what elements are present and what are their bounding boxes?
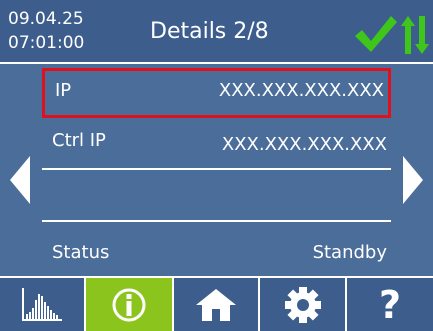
header-bar: 09.04.25 07:01:00 Details 2/8 bbox=[0, 0, 433, 64]
updown-arrows-icon bbox=[401, 16, 429, 54]
row-value: Standby bbox=[312, 242, 387, 263]
row-label: IP bbox=[55, 80, 72, 101]
row-value: XXX.XXX.XXX.XXX bbox=[218, 80, 384, 101]
page-title: Details 2/8 bbox=[150, 19, 269, 44]
row-value: XXX.XXX.XXX.XXX bbox=[221, 134, 387, 155]
list-item-status[interactable]: Status Standby bbox=[42, 222, 391, 276]
triangle-right-icon bbox=[403, 156, 423, 204]
checkmark-icon bbox=[355, 16, 397, 52]
row-label: Ctrl IP bbox=[52, 130, 106, 151]
details-list: IP XXX.XXX.XXX.XXX Ctrl IP XXX.XXX.XXX.X… bbox=[40, 64, 393, 276]
statistics-button[interactable] bbox=[0, 278, 86, 331]
list-item-ctrl-ip[interactable]: Ctrl IP XXX.XXX.XXX.XXX bbox=[42, 118, 391, 170]
list-item-ip[interactable]: IP XXX.XXX.XXX.XXX bbox=[42, 68, 391, 118]
triangle-left-icon bbox=[10, 156, 30, 204]
row-label: Status bbox=[52, 242, 110, 263]
settings-button[interactable] bbox=[260, 278, 347, 331]
home-icon bbox=[196, 288, 236, 321]
gear-icon bbox=[284, 286, 321, 323]
status-icons bbox=[355, 16, 429, 54]
help-button[interactable]: ? bbox=[347, 278, 433, 331]
list-item-empty[interactable] bbox=[42, 170, 391, 222]
info-icon bbox=[112, 288, 146, 321]
bar-chart-icon bbox=[22, 287, 62, 321]
device-screen: 09.04.25 07:01:00 Details 2/8 IP XXX.XXX… bbox=[0, 0, 433, 331]
previous-page-button[interactable] bbox=[0, 64, 40, 276]
date-text: 09.04.25 bbox=[8, 9, 84, 29]
home-button[interactable] bbox=[174, 278, 260, 331]
time-text: 07:01:00 bbox=[8, 33, 85, 53]
bottom-toolbar: ? bbox=[0, 276, 433, 331]
datetime: 09.04.25 07:01:00 bbox=[8, 7, 84, 55]
next-page-button[interactable] bbox=[393, 64, 433, 276]
question-icon: ? bbox=[378, 282, 402, 327]
info-button[interactable] bbox=[86, 278, 174, 331]
